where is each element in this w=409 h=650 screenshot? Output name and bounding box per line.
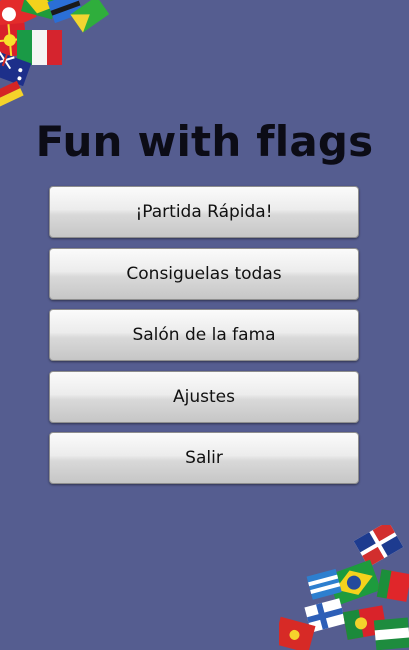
app-title: Fun with flags — [35, 117, 374, 167]
flags-decoration-top-icon — [0, 0, 110, 109]
flags-decoration-bottom-icon — [279, 525, 409, 650]
collect-all-button[interactable]: Consiguelas todas — [49, 248, 359, 300]
hall-of-fame-button[interactable]: Salón de la fama — [49, 309, 359, 361]
exit-button[interactable]: Salir — [49, 432, 359, 484]
settings-button[interactable]: Ajustes — [49, 371, 359, 423]
quick-game-button[interactable]: ¡Partida Rápida! — [49, 186, 359, 238]
